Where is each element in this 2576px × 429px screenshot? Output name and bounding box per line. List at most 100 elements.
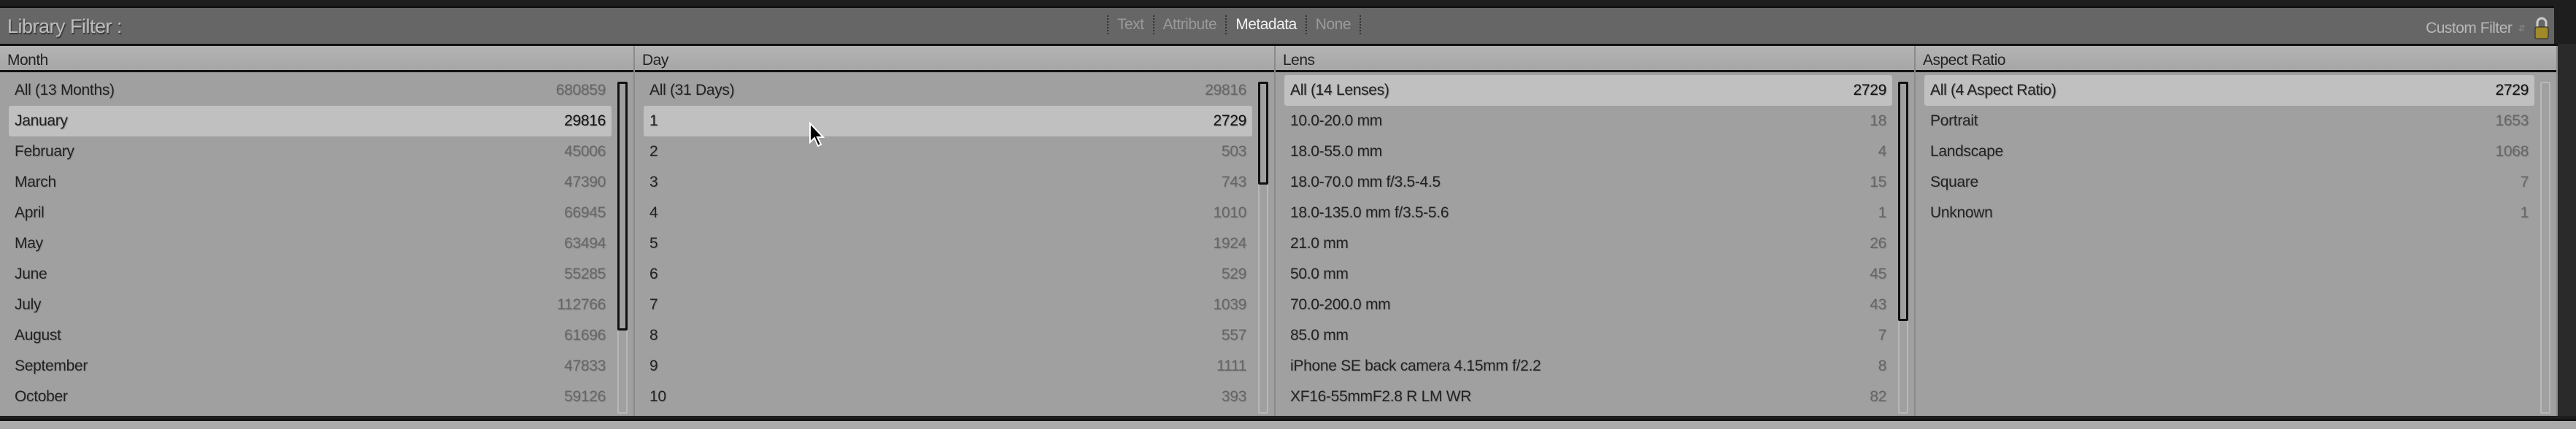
scrollbar-thumb[interactable] (1898, 82, 1908, 321)
list-item[interactable]: All (13 Months) 680859 (9, 75, 612, 106)
list-item[interactable]: 2 503 (644, 136, 1252, 167)
right-scrollbar[interactable] (2558, 44, 2576, 416)
list-item[interactable]: August 61696 (9, 320, 612, 351)
item-count: 47833 (564, 358, 606, 374)
column-header[interactable]: Lens (1276, 46, 1914, 72)
tab-metadata[interactable]: Metadata (1235, 16, 1297, 34)
list-item[interactable]: September 47833 (9, 351, 612, 382)
divider (1360, 15, 1361, 34)
column-month: Month All (13 Months) 680859 January 29816 Fe… (0, 46, 635, 416)
list-item[interactable]: July 112766 (9, 290, 612, 320)
list-item[interactable]: April 66945 (9, 198, 612, 228)
library-filter-title: Library Filter : (7, 15, 123, 37)
item-label: XF16-55mmF2.8 R LM WR (1290, 388, 1472, 405)
list-item[interactable]: January 29816 (9, 106, 612, 136)
list-item[interactable]: 3 743 (644, 167, 1252, 198)
list-item[interactable]: 10.0-20.0 mm 18 (1284, 106, 1892, 136)
list-item[interactable]: May 63494 (9, 228, 612, 259)
scrollbar[interactable] (2540, 82, 2550, 414)
item-label: April (15, 204, 45, 221)
list-item[interactable]: iPhone SE back camera 4.15mm f/2.2 8 (1284, 351, 1892, 382)
lock-icon[interactable] (2534, 17, 2550, 40)
grid-area-top (0, 419, 2576, 429)
item-label: Landscape (1930, 143, 2004, 160)
list-item[interactable]: 4 1010 (644, 198, 1252, 228)
item-label: 1 (649, 112, 658, 129)
list-item[interactable]: XF16-55mmF2.8 R LM WR 82 (1284, 382, 1892, 412)
column-list: All (13 Months) 680859 January 29816 Februar… (0, 72, 633, 414)
item-label: 85.0 mm (1290, 327, 1349, 344)
item-count: 2729 (2495, 82, 2529, 98)
item-count: 557 (1221, 327, 1246, 344)
scrollbar-thumb[interactable] (617, 82, 628, 331)
list-item[interactable]: All (4 Aspect Ratio) 2729 (1924, 75, 2534, 106)
scrollbar-thumb[interactable] (1258, 82, 1268, 185)
list-item[interactable]: 7 1039 (644, 290, 1252, 320)
item-label: 18.0-135.0 mm f/3.5-5.6 (1290, 204, 1449, 221)
list-item[interactable]: All (31 Days) 29816 (644, 75, 1252, 106)
item-count: 55285 (564, 266, 606, 282)
list-item[interactable]: 9 1111 (644, 351, 1252, 382)
column-header[interactable]: Aspect Ratio (1916, 46, 2556, 72)
column-header[interactable]: Day (635, 46, 1274, 72)
scrollbar[interactable] (1898, 82, 1908, 414)
scrollbar[interactable] (1258, 82, 1268, 414)
column-day: Day All (31 Days) 29816 1 2729 2 503 3 743 4 1010 5… (635, 46, 1276, 416)
item-label: 10 (649, 388, 666, 405)
list-item[interactable]: 1 2729 (644, 106, 1252, 136)
mouse-cursor-icon (809, 122, 825, 147)
item-label: All (31 Days) (649, 82, 735, 98)
list-item[interactable]: 10 393 (644, 382, 1252, 412)
item-count: 7 (2520, 174, 2529, 190)
list-item[interactable]: Square 7 (1924, 167, 2534, 198)
item-count: 8 (1878, 358, 1887, 374)
item-count: 503 (1221, 143, 1246, 160)
item-count: 29816 (1205, 82, 1246, 98)
list-item[interactable]: Portrait 1653 (1924, 106, 2534, 136)
list-item[interactable]: Unknown 1 (1924, 198, 2534, 228)
item-label: Portrait (1930, 112, 1978, 129)
list-item[interactable]: 5 1924 (644, 228, 1252, 259)
filter-preset-dropdown[interactable]: Custom Filter ⇵ (2426, 20, 2525, 37)
item-count: 1 (1878, 204, 1887, 221)
item-count: 1039 (1213, 296, 1246, 313)
library-filter-bar: Library Filter : Text Attribute Metadata… (0, 6, 2554, 44)
item-label: 3 (649, 174, 658, 190)
item-count: 18 (1870, 112, 1886, 129)
column-list: All (31 Days) 29816 1 2729 2 503 3 743 4 1010 5 192… (635, 72, 1274, 414)
tab-none[interactable]: None (1316, 16, 1351, 34)
item-count: 66945 (564, 204, 606, 221)
list-item[interactable]: October 59126 (9, 382, 612, 412)
list-item[interactable]: March 47390 (9, 167, 612, 198)
column-list: All (4 Aspect Ratio) 2729 Portrait 1653 Land… (1916, 72, 2556, 414)
list-item[interactable]: Landscape 1068 (1924, 136, 2534, 167)
item-label: January (15, 112, 68, 129)
item-label: August (15, 327, 61, 344)
list-item[interactable]: June 55285 (9, 259, 612, 290)
list-item[interactable]: February 45006 (9, 136, 612, 167)
item-count: 59126 (564, 388, 606, 405)
list-item[interactable]: 18.0-135.0 mm f/3.5-5.6 1 (1284, 198, 1892, 228)
list-item[interactable]: 8 557 (644, 320, 1252, 351)
column-header[interactable]: Month (0, 46, 633, 72)
tab-attribute[interactable]: Attribute (1163, 16, 1217, 34)
list-item[interactable]: All (14 Lenses) 2729 (1284, 75, 1892, 106)
item-label: 5 (649, 235, 658, 252)
list-item[interactable]: 18.0-70.0 mm f/3.5-4.5 15 (1284, 167, 1892, 198)
list-item[interactable]: 85.0 mm 7 (1284, 320, 1892, 351)
item-label: All (4 Aspect Ratio) (1930, 82, 2056, 98)
list-item[interactable]: 6 529 (644, 259, 1252, 290)
item-count: 680859 (555, 82, 606, 98)
item-count: 1 (2520, 204, 2529, 221)
divider (1225, 15, 1227, 34)
item-count: 7 (1878, 327, 1887, 344)
list-item[interactable]: 70.0-200.0 mm 43 (1284, 290, 1892, 320)
item-label: 6 (649, 266, 658, 282)
tab-text[interactable]: Text (1117, 16, 1144, 34)
item-count: 45 (1870, 266, 1886, 282)
list-item[interactable]: 18.0-55.0 mm 4 (1284, 136, 1892, 167)
list-item[interactable]: 50.0 mm 45 (1284, 259, 1892, 290)
list-item[interactable]: 21.0 mm 26 (1284, 228, 1892, 259)
scrollbar[interactable] (617, 82, 628, 414)
item-count: 63494 (564, 235, 606, 252)
